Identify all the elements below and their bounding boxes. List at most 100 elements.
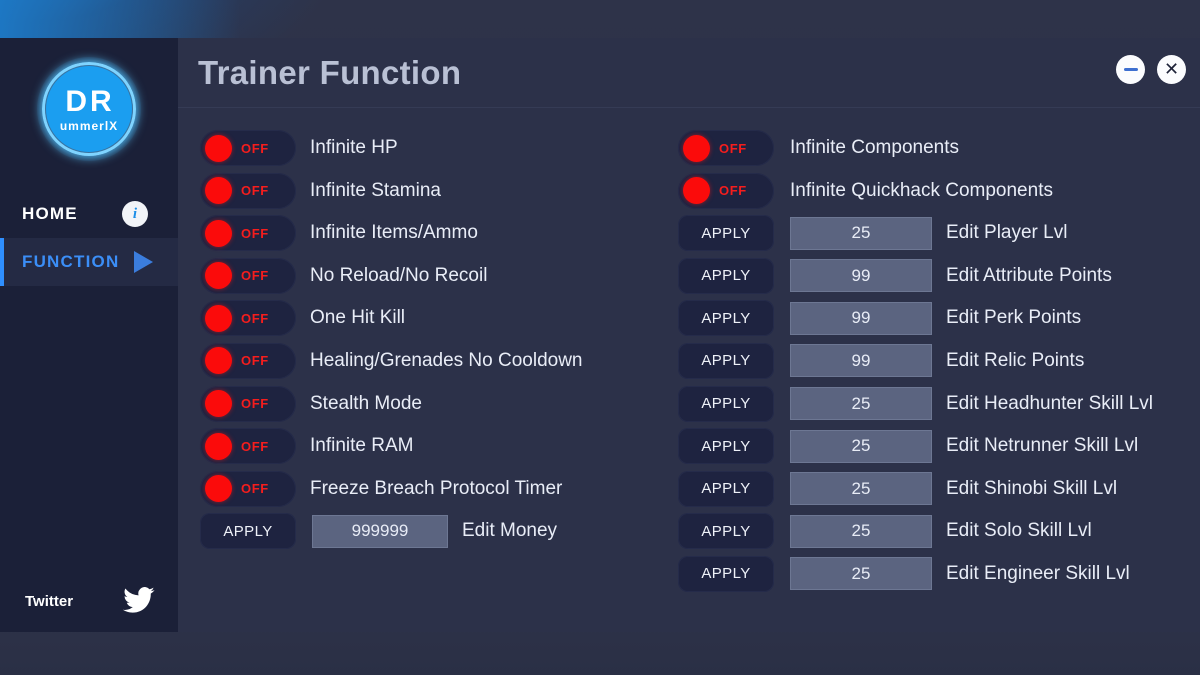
value-input-edit-perk-points[interactable]: 99 [790, 301, 932, 335]
value-input-edit-netrunner-skill-lvl[interactable]: 25 [790, 429, 932, 463]
value-input-edit-engineer-skill-lvl[interactable]: 25 [790, 557, 932, 591]
option-label: Edit Player Lvl [946, 222, 1068, 244]
option-label: Edit Perk Points [946, 307, 1082, 329]
apply-button-edit-perk-points[interactable]: APPLY [678, 300, 774, 337]
option-label: Edit Engineer Skill Lvl [946, 562, 1130, 584]
main-panel: Trainer Function ✕ OFF Infinite HP OFF Infi… [178, 38, 1200, 632]
logo-disc: DR ummerlX [46, 66, 132, 152]
toggle-state-label: OFF [241, 140, 269, 156]
option-row: OFF Stealth Mode [200, 385, 680, 422]
options-column-left: OFF Infinite HP OFF Infinite Stamina OFF Infi… [200, 130, 680, 556]
apply-button-edit-engineer-skill-lvl[interactable]: APPLY [678, 555, 774, 592]
page-title: Trainer Function [198, 54, 462, 91]
toggle-infinite-ram[interactable]: OFF [200, 428, 296, 465]
option-label: Edit Attribute Points [946, 264, 1112, 286]
option-row: OFF Freeze Breach Protocol Timer [200, 470, 680, 507]
toggle-infinite-hp[interactable]: OFF [200, 130, 296, 166]
option-label: No Reload/No Recoil [310, 264, 488, 286]
option-row: APPLY 25 Edit Solo Skill Lvl [678, 513, 1198, 550]
option-row: OFF No Reload/No Recoil [200, 257, 680, 294]
option-row: APPLY 99 Edit Perk Points [678, 300, 1198, 337]
toggle-state-label: OFF [241, 225, 269, 241]
close-button[interactable]: ✕ [1157, 55, 1186, 84]
window-controls: ✕ [1116, 55, 1186, 84]
option-row: APPLY 99 Edit Attribute Points [678, 257, 1198, 294]
toggle-infinite-components[interactable]: OFF [678, 130, 774, 166]
toggle-knob-icon [205, 432, 232, 460]
minimize-button[interactable] [1116, 55, 1145, 84]
toggle-knob-icon [205, 177, 232, 205]
toggle-state-label: OFF [719, 183, 747, 199]
toggle-state-label: OFF [719, 140, 747, 156]
apply-button-edit-player-lvl[interactable]: APPLY [678, 215, 774, 252]
toggle-state-label: OFF [241, 183, 269, 199]
option-row: OFF Infinite Items/Ammo [200, 215, 680, 252]
logo-primary-text: DR [65, 84, 115, 118]
toggle-freeze-breach-protocol-timer[interactable]: OFF [200, 470, 296, 507]
app-logo: DR ummerlX [37, 57, 141, 161]
twitter-link[interactable]: Twitter [0, 578, 178, 624]
toggle-state-label: OFF [241, 310, 269, 326]
toggle-knob-icon [205, 475, 232, 503]
apply-button-edit-money[interactable]: APPLY [200, 513, 296, 550]
value-input-edit-shinobi-skill-lvl[interactable]: 25 [790, 472, 932, 506]
minimize-icon [1123, 68, 1138, 71]
option-row: OFF Infinite Components [678, 130, 1198, 166]
option-row: APPLY 25 Edit Headhunter Skill Lvl [678, 385, 1198, 422]
option-label: Infinite RAM [310, 435, 414, 457]
value-input-edit-headhunter-skill-lvl[interactable]: 25 [790, 387, 932, 421]
toggle-stealth-mode[interactable]: OFF [200, 385, 296, 422]
option-label: Infinite Stamina [310, 179, 441, 201]
play-triangle-icon [134, 251, 153, 273]
option-label: Freeze Breach Protocol Timer [310, 477, 563, 499]
apply-button-edit-solo-skill-lvl[interactable]: APPLY [678, 513, 774, 550]
option-row: OFF Infinite Stamina [200, 172, 680, 209]
apply-button-edit-relic-points[interactable]: APPLY [678, 342, 774, 379]
toggle-knob-icon [683, 177, 710, 205]
option-label: Infinite HP [310, 137, 398, 158]
option-row: APPLY 25 Edit Player Lvl [678, 215, 1198, 252]
value-input-edit-solo-skill-lvl[interactable]: 25 [790, 514, 932, 548]
option-label: Stealth Mode [310, 392, 422, 414]
apply-button-edit-headhunter-skill-lvl[interactable]: APPLY [678, 385, 774, 422]
option-row: OFF Infinite RAM [200, 428, 680, 465]
apply-button-edit-attribute-points[interactable]: APPLY [678, 257, 774, 294]
trainer-window: DR ummerlX HOME i FUNCTION Twitter Train… [0, 38, 1200, 632]
option-row: APPLY 25 Edit Engineer Skill Lvl [678, 555, 1198, 592]
sidebar-item-label: FUNCTION [22, 252, 120, 271]
twitter-icon[interactable] [122, 586, 156, 621]
option-label: Healing/Grenades No Cooldown [310, 349, 583, 371]
value-input-edit-player-lvl[interactable]: 25 [790, 216, 932, 250]
option-row: OFF Infinite Quickhack Components [678, 172, 1198, 209]
apply-button-edit-shinobi-skill-lvl[interactable]: APPLY [678, 470, 774, 507]
toggle-knob-icon [683, 134, 710, 162]
option-label: Edit Shinobi Skill Lvl [946, 477, 1118, 499]
toggle-infinite-quickhack-components[interactable]: OFF [678, 172, 774, 209]
apply-button-edit-netrunner-skill-lvl[interactable]: APPLY [678, 428, 774, 465]
value-input-edit-money[interactable]: 999999 [312, 514, 448, 548]
sidebar-item-function[interactable]: FUNCTION [0, 238, 178, 286]
toggle-no-reload-no-recoil[interactable]: OFF [200, 257, 296, 294]
toggle-state-label: OFF [241, 268, 269, 284]
option-label: Infinite Quickhack Components [790, 179, 1053, 201]
toggle-infinite-stamina[interactable]: OFF [200, 172, 296, 209]
toggle-knob-icon [205, 134, 232, 162]
toggle-state-label: OFF [241, 353, 269, 369]
option-row: APPLY 25 Edit Shinobi Skill Lvl [678, 470, 1198, 507]
option-label: Edit Money [462, 520, 558, 542]
close-icon: ✕ [1163, 58, 1180, 80]
value-input-edit-relic-points[interactable]: 99 [790, 344, 932, 378]
toggle-knob-icon [205, 262, 232, 290]
sidebar-item-home[interactable]: HOME i [0, 190, 178, 238]
value-input-edit-attribute-points[interactable]: 99 [790, 259, 932, 293]
toggle-state-label: OFF [241, 481, 269, 497]
toggle-knob-icon [205, 390, 232, 418]
toggle-infinite-items-ammo[interactable]: OFF [200, 215, 296, 252]
info-icon[interactable]: i [122, 201, 148, 227]
options-column-right: OFF Infinite Components OFF Infinite Quickh… [678, 130, 1198, 599]
option-label: Infinite Components [790, 137, 959, 158]
toggle-one-hit-kill[interactable]: OFF [200, 300, 296, 337]
option-label: Edit Relic Points [946, 349, 1085, 371]
option-label: Edit Headhunter Skill Lvl [946, 392, 1153, 414]
toggle-healing-grenades-no-cooldown[interactable]: OFF [200, 342, 296, 379]
